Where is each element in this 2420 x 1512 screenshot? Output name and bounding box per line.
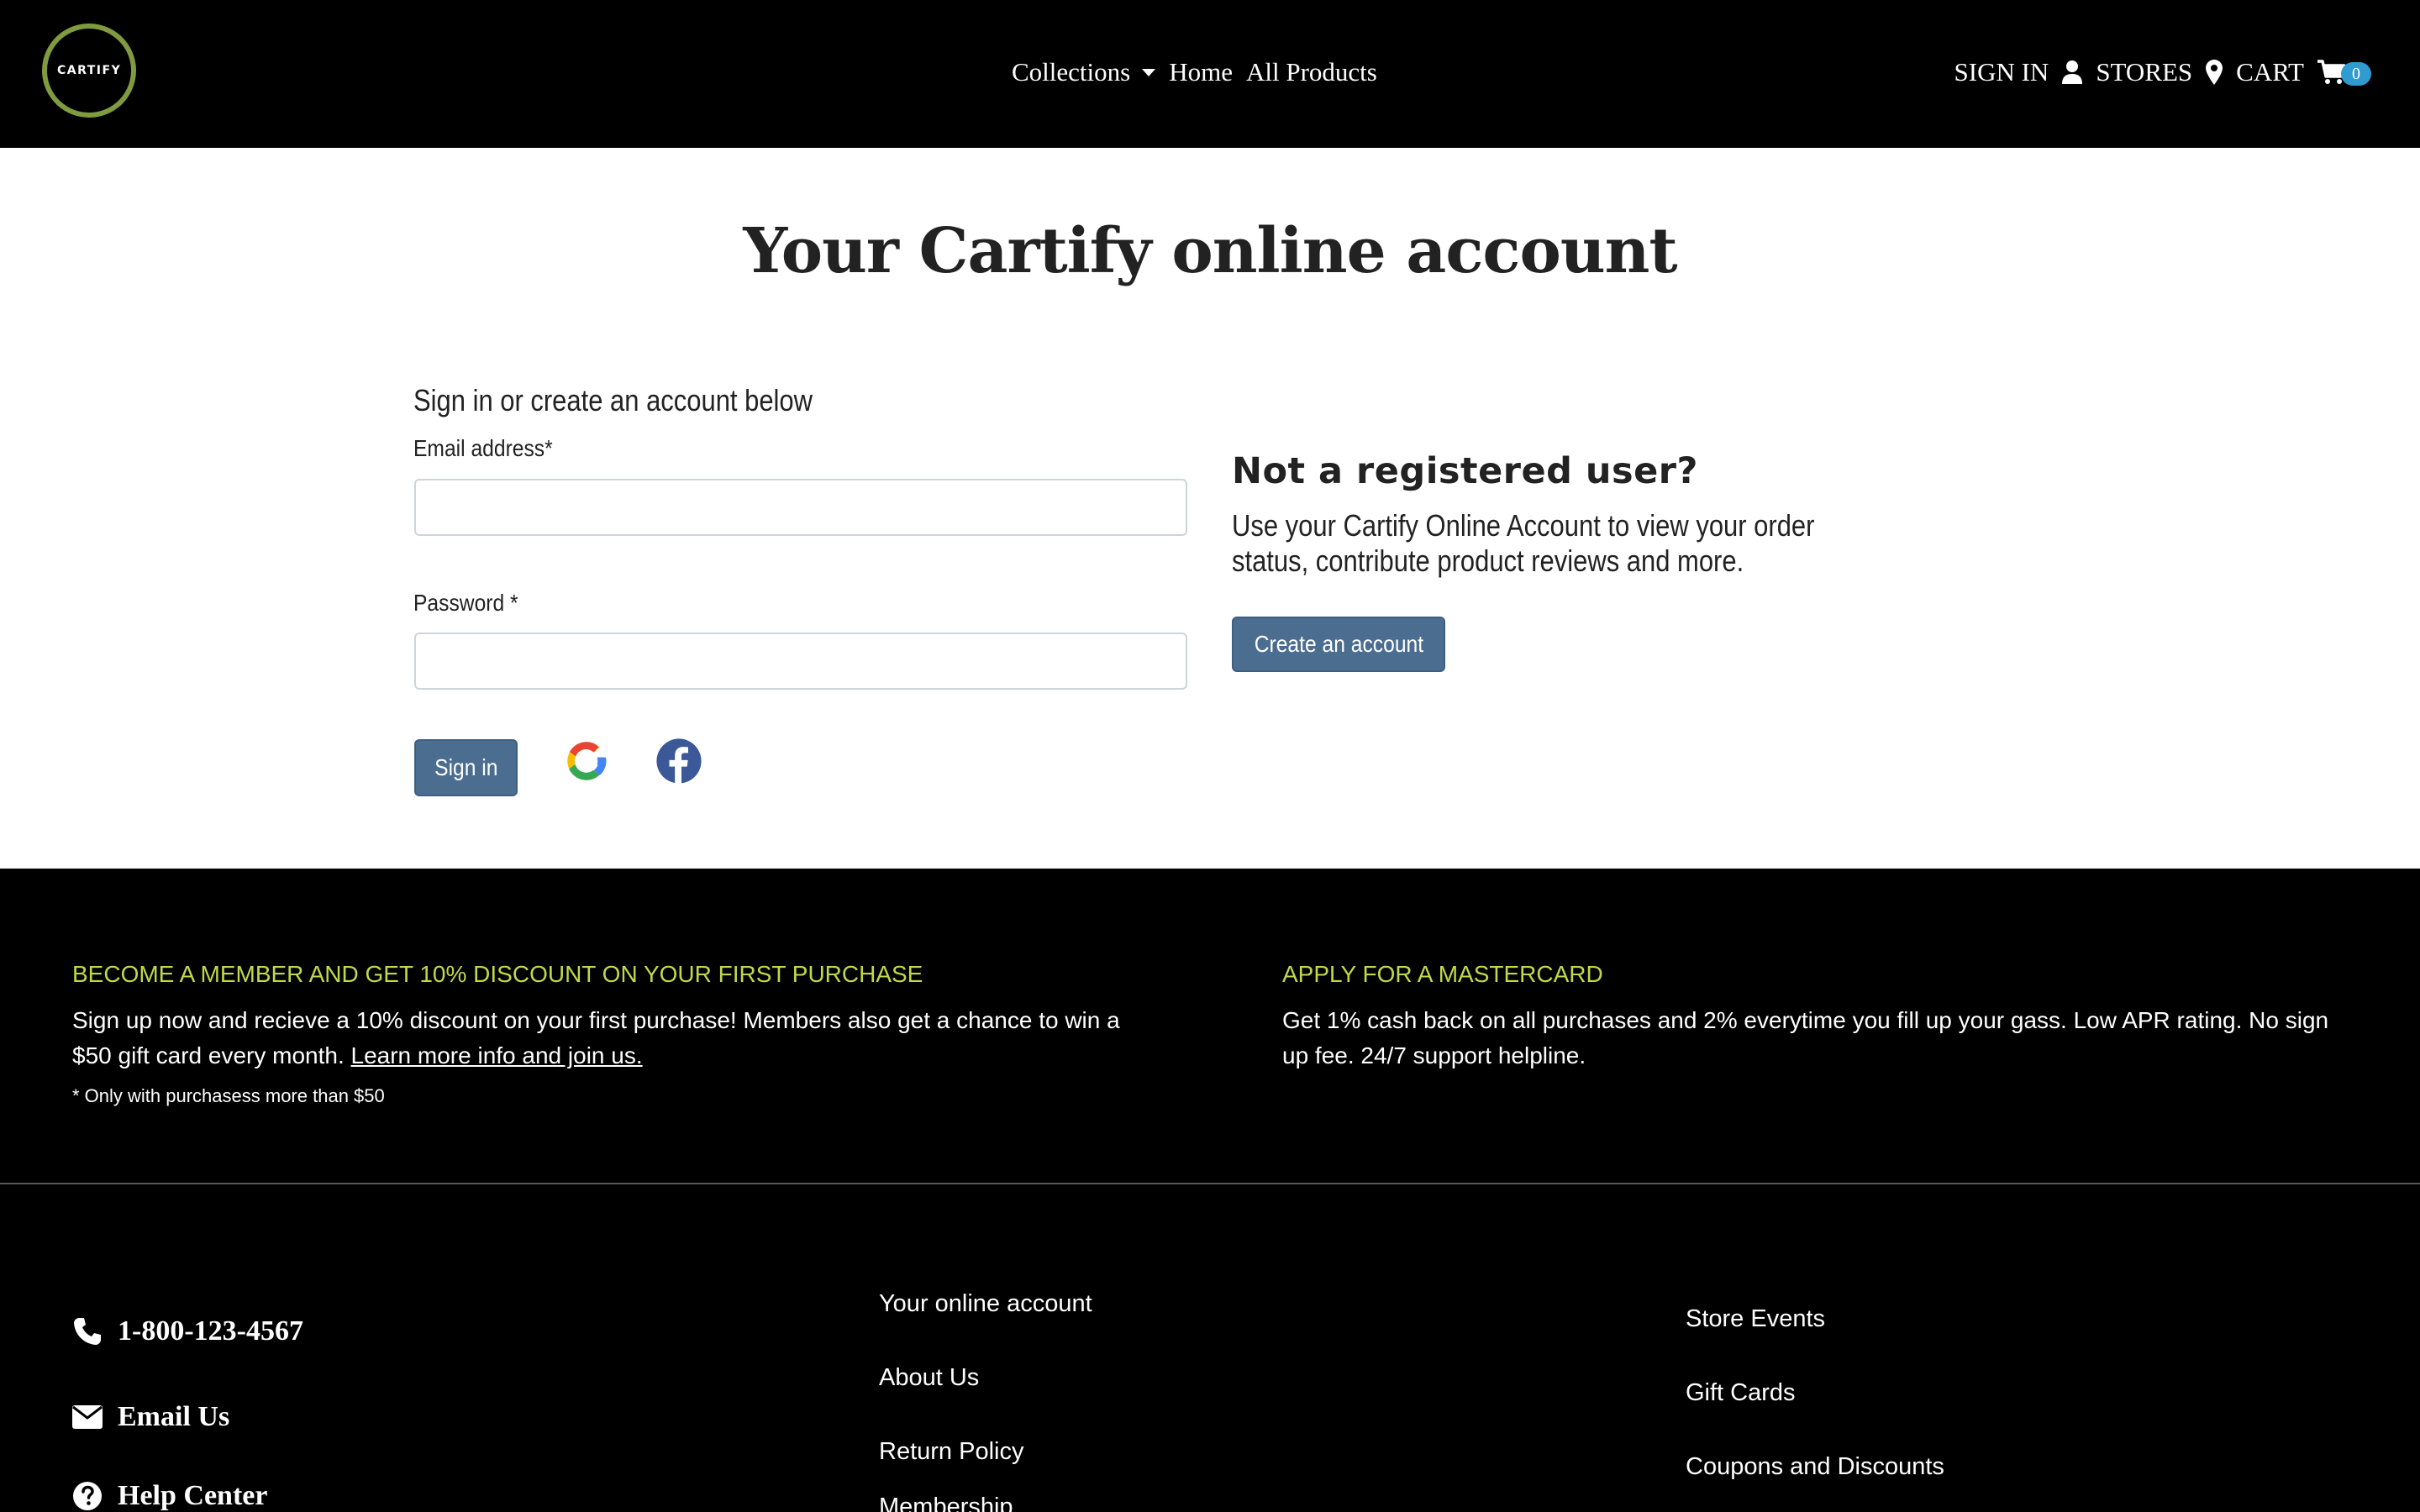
learn-more-link[interactable]: Learn more info and join us. <box>351 1042 643 1068</box>
sign-in-label: SIGN IN <box>1954 57 2049 87</box>
phone-number: 1-800-123-4567 <box>118 1315 303 1347</box>
password-field[interactable] <box>414 633 1187 690</box>
footer-link-about-us[interactable]: About Us <box>879 1364 979 1392</box>
logo-text: CARTIFY <box>56 64 122 78</box>
register-heading: Not a registered user? <box>1232 450 1698 492</box>
map-marker-icon <box>2206 60 2223 85</box>
phone-icon <box>74 1318 101 1345</box>
caret-down-icon <box>1142 68 1156 76</box>
mastercard-promo-title: APPLY FOR A MASTERCARD <box>1282 961 1603 987</box>
member-promo-title: BECOME A MEMBER AND GET 10% DISCOUNT ON … <box>72 961 923 987</box>
footer-link-store-events[interactable]: Store Events <box>1686 1305 1825 1333</box>
cart-count-badge: 0 <box>2341 62 2371 86</box>
email-label: Email address* <box>413 435 553 461</box>
password-label: Password * <box>413 590 518 616</box>
nav-all-products-link[interactable]: All Products <box>1246 57 1377 87</box>
main-nav: Collections Home All Products <box>1012 57 1377 87</box>
sign-in-button[interactable]: Sign in <box>414 739 518 796</box>
member-promo-text: Sign up now and recieve a 10% discount o… <box>72 1003 1156 1074</box>
email-field[interactable] <box>414 479 1187 536</box>
cart-link[interactable]: CART 0 <box>2236 57 2371 87</box>
footer-link-gift-cards[interactable]: Gift Cards <box>1686 1379 1796 1407</box>
stores-label: STORES <box>2096 57 2193 87</box>
help-center-label: Help Center <box>118 1480 268 1511</box>
sign-in-link[interactable]: SIGN IN <box>1954 57 2083 87</box>
cart-label: CART <box>2236 57 2304 87</box>
email-us-label: Email Us <box>118 1401 230 1432</box>
help-center-contact[interactable]: Help Center <box>72 1480 267 1512</box>
account-nav: SIGN IN STORES CART 0 <box>1954 57 2371 87</box>
page-title: Your Cartify online account <box>743 215 1677 287</box>
stores-link[interactable]: STORES <box>2096 57 2223 87</box>
google-icon[interactable] <box>562 737 611 785</box>
mastercard-promo-text: Get 1% cash back on all purchases and 2%… <box>1282 1007 2329 1068</box>
envelope-icon <box>72 1405 103 1429</box>
nav-home-link[interactable]: Home <box>1169 57 1233 87</box>
create-account-button-label: Create an account <box>1254 631 1423 657</box>
register-description: Use your Cartify Online Account to view … <box>1232 508 1815 578</box>
footer-link-membership[interactable]: Membership <box>879 1494 1013 1512</box>
facebook-icon[interactable] <box>655 737 703 785</box>
user-icon <box>2062 60 2083 84</box>
site-footer: 1-800-123-4567 Email Us Help Center Your… <box>0 1184 2420 1512</box>
site-header: CARTIFY Collections Home All Products SI… <box>0 0 2420 148</box>
member-promo-note: * Only with purchasess more than $50 <box>72 1085 385 1106</box>
email-contact[interactable]: Email Us <box>72 1401 229 1433</box>
question-circle-icon <box>73 1482 102 1510</box>
footer-link-return-policy[interactable]: Return Policy <box>879 1438 1023 1466</box>
footer-link-online-account[interactable]: Your online account <box>879 1290 1092 1318</box>
nav-collections-label: Collections <box>1012 57 1131 87</box>
phone-contact[interactable]: 1-800-123-4567 <box>72 1315 303 1347</box>
sign-in-button-label: Sign in <box>434 754 498 780</box>
cartify-logo[interactable]: CARTIFY <box>35 17 143 124</box>
cart-icon-wrap: 0 <box>2317 59 2371 86</box>
signin-subtitle: Sign in or create an account below <box>413 383 813 417</box>
nav-collections-dropdown[interactable]: Collections <box>1012 57 1156 87</box>
promo-band: BECOME A MEMBER AND GET 10% DISCOUNT ON … <box>0 869 2420 1184</box>
create-account-button[interactable]: Create an account <box>1232 617 1445 672</box>
footer-link-coupons[interactable]: Coupons and Discounts <box>1686 1453 1944 1481</box>
